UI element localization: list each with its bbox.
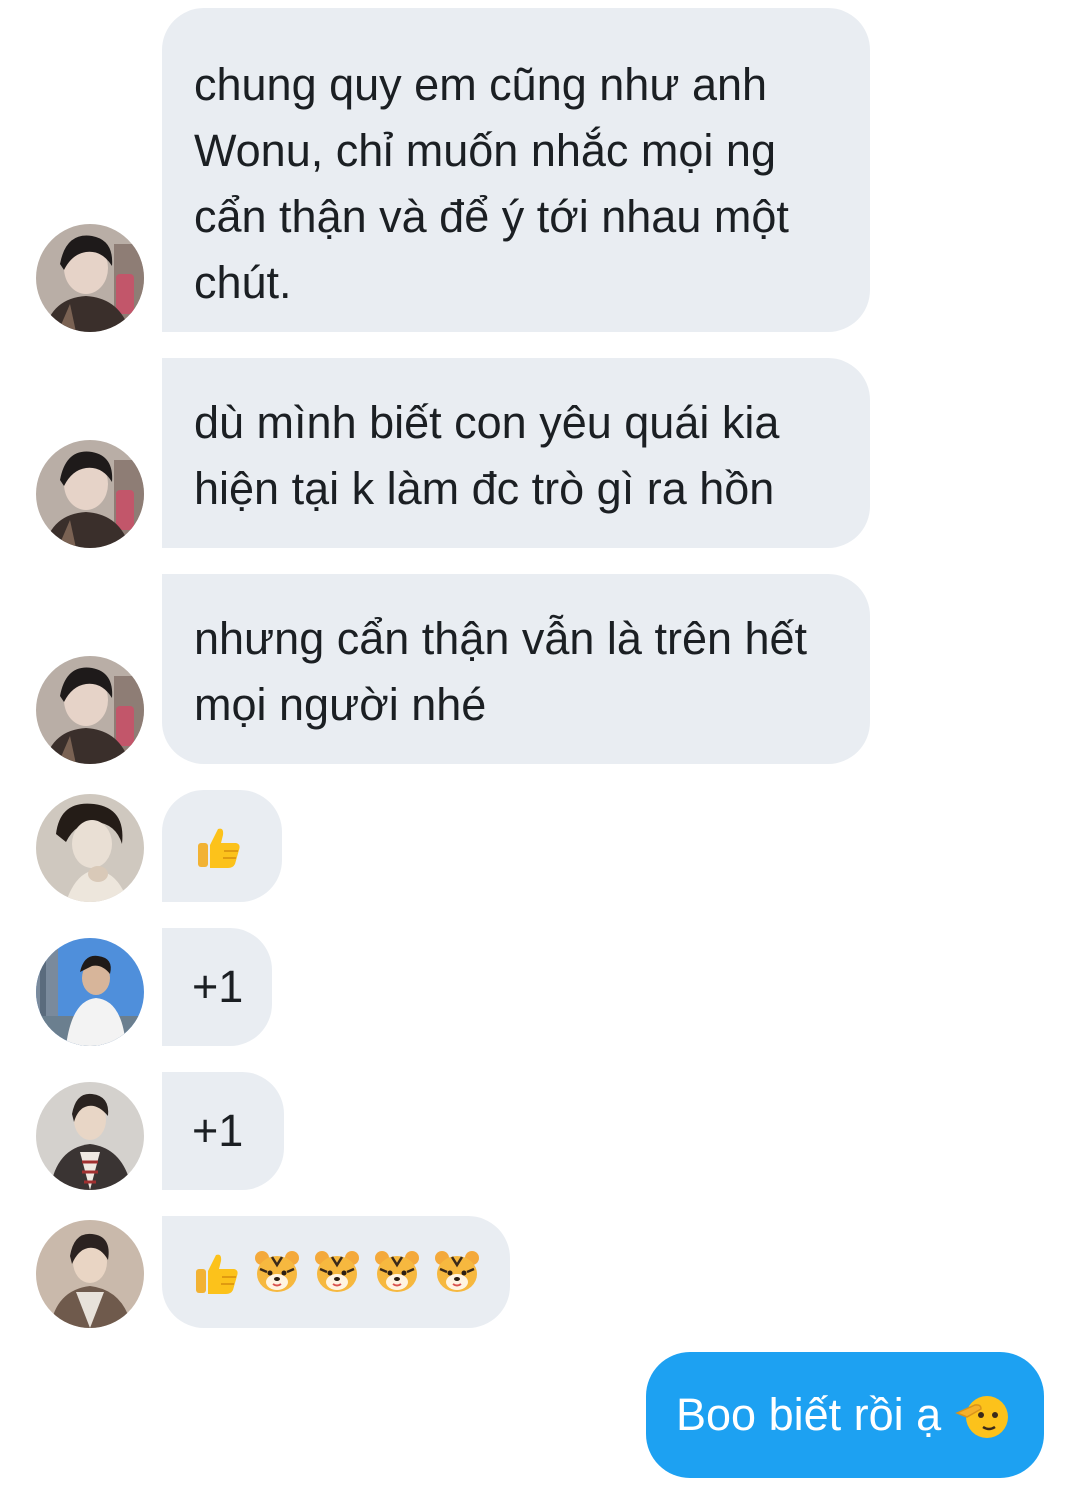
message-text: +1	[192, 961, 244, 1012]
sent-message-text: Boo biết rồi ạ	[676, 1389, 942, 1440]
avatar[interactable]	[36, 1082, 144, 1190]
avatar[interactable]	[36, 938, 144, 1046]
message-text-line: dù mình biết con yêu quái kia	[194, 397, 780, 448]
tiger-face-icon	[255, 1251, 299, 1292]
avatar[interactable]	[36, 440, 144, 548]
message-text-line: hiện tại k làm đc trò gì ra hồn	[194, 463, 775, 514]
message-bubble[interactable]	[162, 1216, 510, 1328]
avatar[interactable]	[36, 794, 144, 902]
avatar[interactable]	[36, 656, 144, 764]
message-bubble[interactable]: dù mình biết con yêu quái kia hiện tại k…	[162, 358, 870, 548]
message-text-line: Wonu, chỉ muốn nhắc mọi ng	[194, 125, 776, 176]
message-text-line: cẩn thận và để ý tới nhau một	[194, 191, 789, 242]
message-bubble[interactable]: +1	[162, 1072, 284, 1190]
avatar[interactable]	[36, 224, 144, 332]
message-bubble[interactable]	[162, 790, 282, 902]
tiger-face-icon	[375, 1251, 419, 1292]
tiger-face-icon	[435, 1251, 479, 1292]
message-text-line: nhưng cẩn thận vẫn là trên hết	[194, 613, 808, 664]
message-bubble[interactable]: +1	[162, 928, 272, 1046]
message-text-line: chung quy em cũng như anh	[194, 59, 768, 110]
message-bubble[interactable]: chung quy em cũng như anh Wonu, chỉ muốn…	[162, 8, 870, 332]
tiger-face-icon	[315, 1251, 359, 1292]
avatar[interactable]	[36, 1220, 144, 1328]
thumbs-up-icon	[198, 828, 240, 868]
message-bubble[interactable]: nhưng cẩn thận vẫn là trên hết mọi người…	[162, 574, 870, 764]
message-text: +1	[192, 1105, 244, 1156]
thumbs-up-icon	[196, 1254, 238, 1294]
chat-thread: chung quy em cũng như anh Wonu, chỉ muốn…	[0, 0, 1080, 1495]
message-text-line: chút.	[194, 257, 292, 308]
saluting-face-icon	[955, 1396, 1009, 1438]
message-text-line: mọi người nhé	[194, 679, 487, 730]
sent-message-bubble[interactable]: Boo biết rồi ạ	[646, 1352, 1044, 1478]
emoji-row	[192, 1247, 482, 1297]
